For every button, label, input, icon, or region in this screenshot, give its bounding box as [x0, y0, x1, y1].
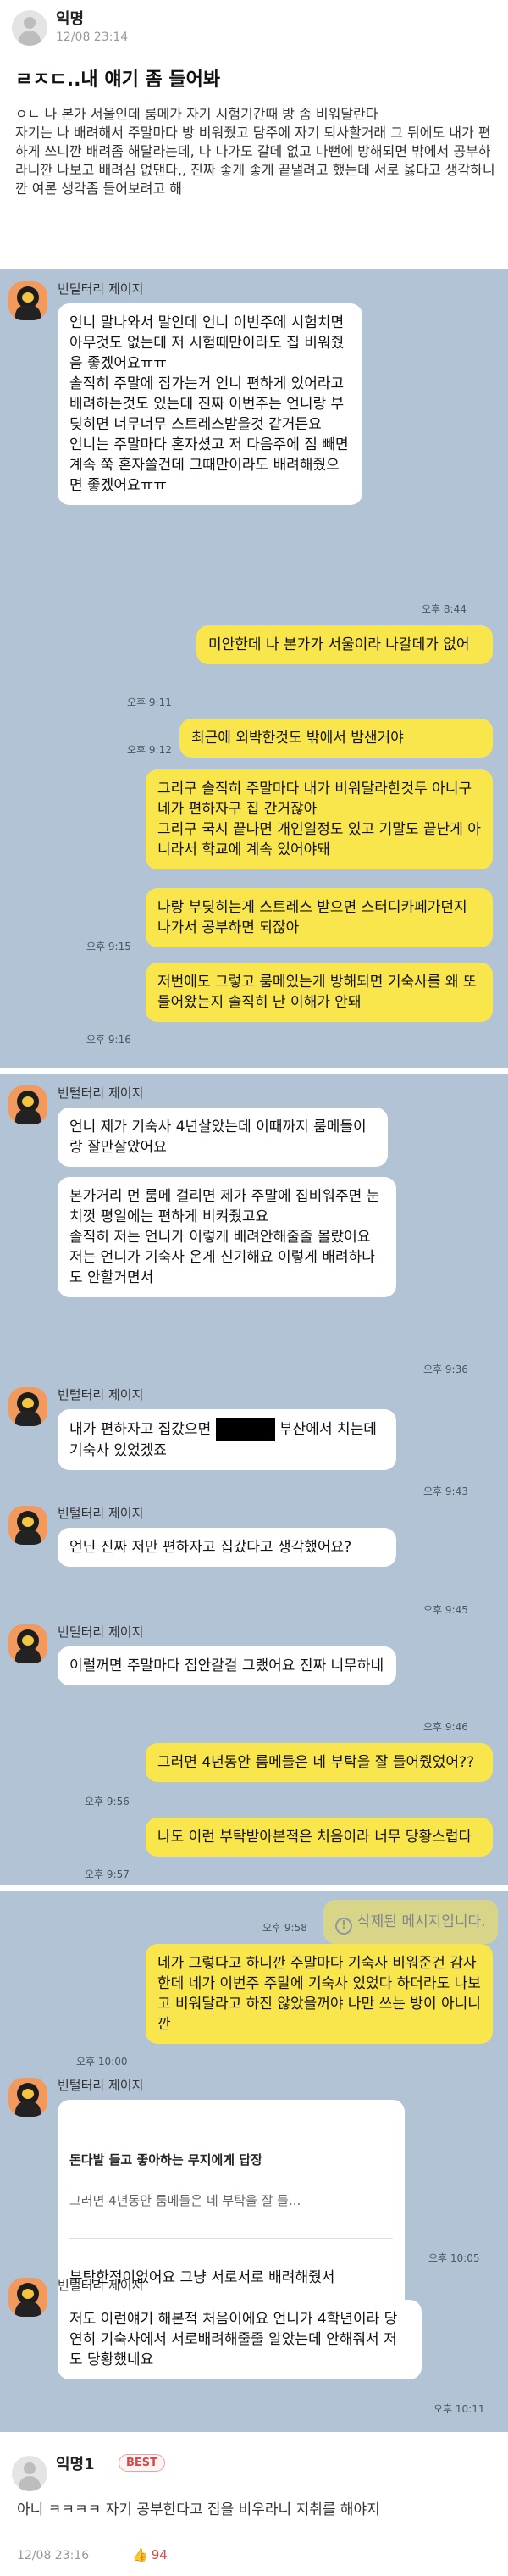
- sender-name: 빈털터리 제이지: [58, 281, 144, 297]
- deleted-message-bubble: ! 삭제된 메시지입니다.: [323, 1900, 498, 1944]
- message-bubble: 내가 편하자고 집갔으면 부산에서 치는데 기숙사 있었겠죠: [58, 1409, 396, 1470]
- message-time: 오후 9:12: [127, 744, 172, 756]
- message-bubble: 언니 말나와서 말인데 언니 이번주에 시험치면 아무것도 없는데 저 시험때만…: [58, 303, 362, 505]
- message-time: 오후 9:43: [423, 1485, 468, 1497]
- message-bubble: 나도 이런 부탁받아본적은 처음이라 너무 당황스럽다: [146, 1818, 493, 1857]
- partner-avatar: [8, 281, 47, 320]
- message-time: 오후 10:05: [428, 2252, 480, 2264]
- message-time: 오후 9:57: [85, 1868, 130, 1880]
- partner-avatar: [8, 1624, 47, 1663]
- message-time: 오후 9:58: [262, 1922, 307, 1934]
- author-avatar: [12, 10, 47, 46]
- message-time: 오후 9:15: [86, 941, 131, 952]
- chat-screenshot-1: 빈털터리 제이지 언니 말나와서 말인데 언니 이번주에 시험치면 아무것도 없…: [0, 269, 508, 1068]
- partner-avatar: [8, 1387, 47, 1426]
- reply-title: 돈다발 들고 좋아하는 무지에게 답장: [69, 2152, 262, 2168]
- partner-avatar: [8, 1085, 47, 1124]
- best-comment: 익명1 BEST 아니 ㅋㅋㅋㅋ 자기 공부한다고 집을 비우라니 지취를 해야…: [0, 2440, 508, 2576]
- partner-avatar: [8, 2078, 47, 2117]
- message-bubble: 저도 이런얘기 해본적 처음이에요 언니가 4학년이라 당연히 기숙사에서 서로…: [58, 2300, 422, 2379]
- commenter-avatar: [12, 2456, 47, 2491]
- info-icon: !: [335, 1918, 352, 1935]
- message-bubble: 네가 그렇다고 하니깐 주말마다 기숙사 비워준건 감사한데 네가 이번주 주말…: [146, 1944, 493, 2044]
- sender-name: 빈털터리 제이지: [58, 1085, 144, 1101]
- message-bubble: 본가거리 먼 룸메 걸리면 제가 주말에 집비워주면 눈치껏 평일에는 편하게 …: [58, 1177, 396, 1297]
- reply-quote-text: 그러면 4년동안 룸메들은 네 부탁을 잘 들...: [69, 2193, 301, 2208]
- best-badge: BEST: [119, 2454, 166, 2472]
- reply-quote-box: 돈다발 들고 좋아하는 무지에게 답장 그러면 4년동안 룸메들은 네 부탁을 …: [69, 2129, 393, 2239]
- like-count: 94: [151, 2547, 168, 2562]
- message-bubble: 언닌 진짜 저만 편하자고 집갔다고 생각했어요?: [58, 1528, 396, 1567]
- message-time: 오후 8:44: [422, 603, 467, 615]
- comment-date: 12/08 23:16: [17, 2549, 90, 2562]
- sender-name: 빈털터리 제이지: [58, 1624, 144, 1640]
- partner-avatar: [8, 1506, 47, 1545]
- sender-name: 빈털터리 제이지: [58, 2278, 144, 2293]
- message-bubble: 미안한데 나 본가가 서울이라 나갈데가 없어: [196, 625, 493, 664]
- post-title: ㄹㅈㄷ..내 얘기 좀 들어봐: [15, 69, 221, 91]
- partner-avatar: [8, 2278, 47, 2317]
- message-bubble: 그러면 4년동안 룸메들은 네 부탁을 잘 들어줬었어??: [146, 1743, 493, 1782]
- message-bubble: 이럴꺼면 주말마다 집안갈걸 그랬어요 진짜 너무하네: [58, 1646, 396, 1685]
- post-author: 익명: [56, 10, 85, 28]
- sender-name: 빈털터리 제이지: [58, 2078, 144, 2093]
- post-header: 익명 12/08 23:14: [0, 0, 508, 61]
- sender-name: 빈털터리 제이지: [58, 1506, 144, 1521]
- like-button[interactable]: 👍 94: [132, 2547, 168, 2562]
- chat-screenshot-2: 빈털터리 제이지 언니 제가 기숙사 4년살았는데 이때까지 룸메들이랑 잘만살…: [0, 1074, 508, 1885]
- message-bubble: 언니 제가 기숙사 4년살았는데 이때까지 룸메들이랑 잘만살았어요: [58, 1108, 388, 1167]
- message-bubble: 나랑 부딪히는게 스트레스 받으면 스터디카페가던지 나가서 공부하면 되잖아: [146, 888, 493, 947]
- deleted-message-text: 삭제된 메시지입니다.: [357, 1913, 486, 1930]
- message-time: 오후 9:46: [423, 1721, 468, 1733]
- message-time: 오후 9:56: [85, 1796, 130, 1807]
- message-time: 오후 9:45: [423, 1604, 468, 1616]
- post-body: ㅇㄴ 나 본가 서울인데 룸메가 자기 시험기간때 방 좀 비워달란다 자기는 …: [15, 106, 495, 197]
- message-time: 오후 10:11: [433, 2403, 485, 2415]
- message-text: 내가 편하자고 집갔으면: [69, 1421, 212, 1438]
- message-bubble: 그리구 솔직히 주말마다 내가 비워달라한것두 아니구 네가 편하자구 집 간거…: [146, 769, 493, 869]
- comment-author: 익명1: [56, 2456, 95, 2473]
- post-date: 12/08 23:14: [56, 31, 129, 44]
- thumbs-up-icon: 👍: [132, 2547, 148, 2562]
- sender-name: 빈털터리 제이지: [58, 1387, 144, 1402]
- message-time: 오후 9:11: [127, 697, 172, 708]
- comment-body: 아니 ㅋㅋㅋㅋ 자기 공부한다고 집을 비우라니 지취를 해야지: [17, 2501, 380, 2518]
- chat-screenshot-3: ! 삭제된 메시지입니다. 오후 9:58 네가 그렇다고 하니깐 주말마다 기숙…: [0, 1891, 508, 2432]
- redaction-box: [215, 1418, 275, 1441]
- message-time: 오후 9:16: [86, 1034, 131, 1046]
- message-bubble: 저번에도 그렇고 룸메있는게 방해되면 기숙사를 왜 또 들어왔는지 솔직히 난…: [146, 963, 493, 1022]
- message-time: 오후 10:00: [76, 2056, 128, 2068]
- message-time: 오후 9:36: [423, 1363, 468, 1375]
- message-bubble: 최근에 외박한것도 밖에서 밤샌거야: [179, 719, 493, 758]
